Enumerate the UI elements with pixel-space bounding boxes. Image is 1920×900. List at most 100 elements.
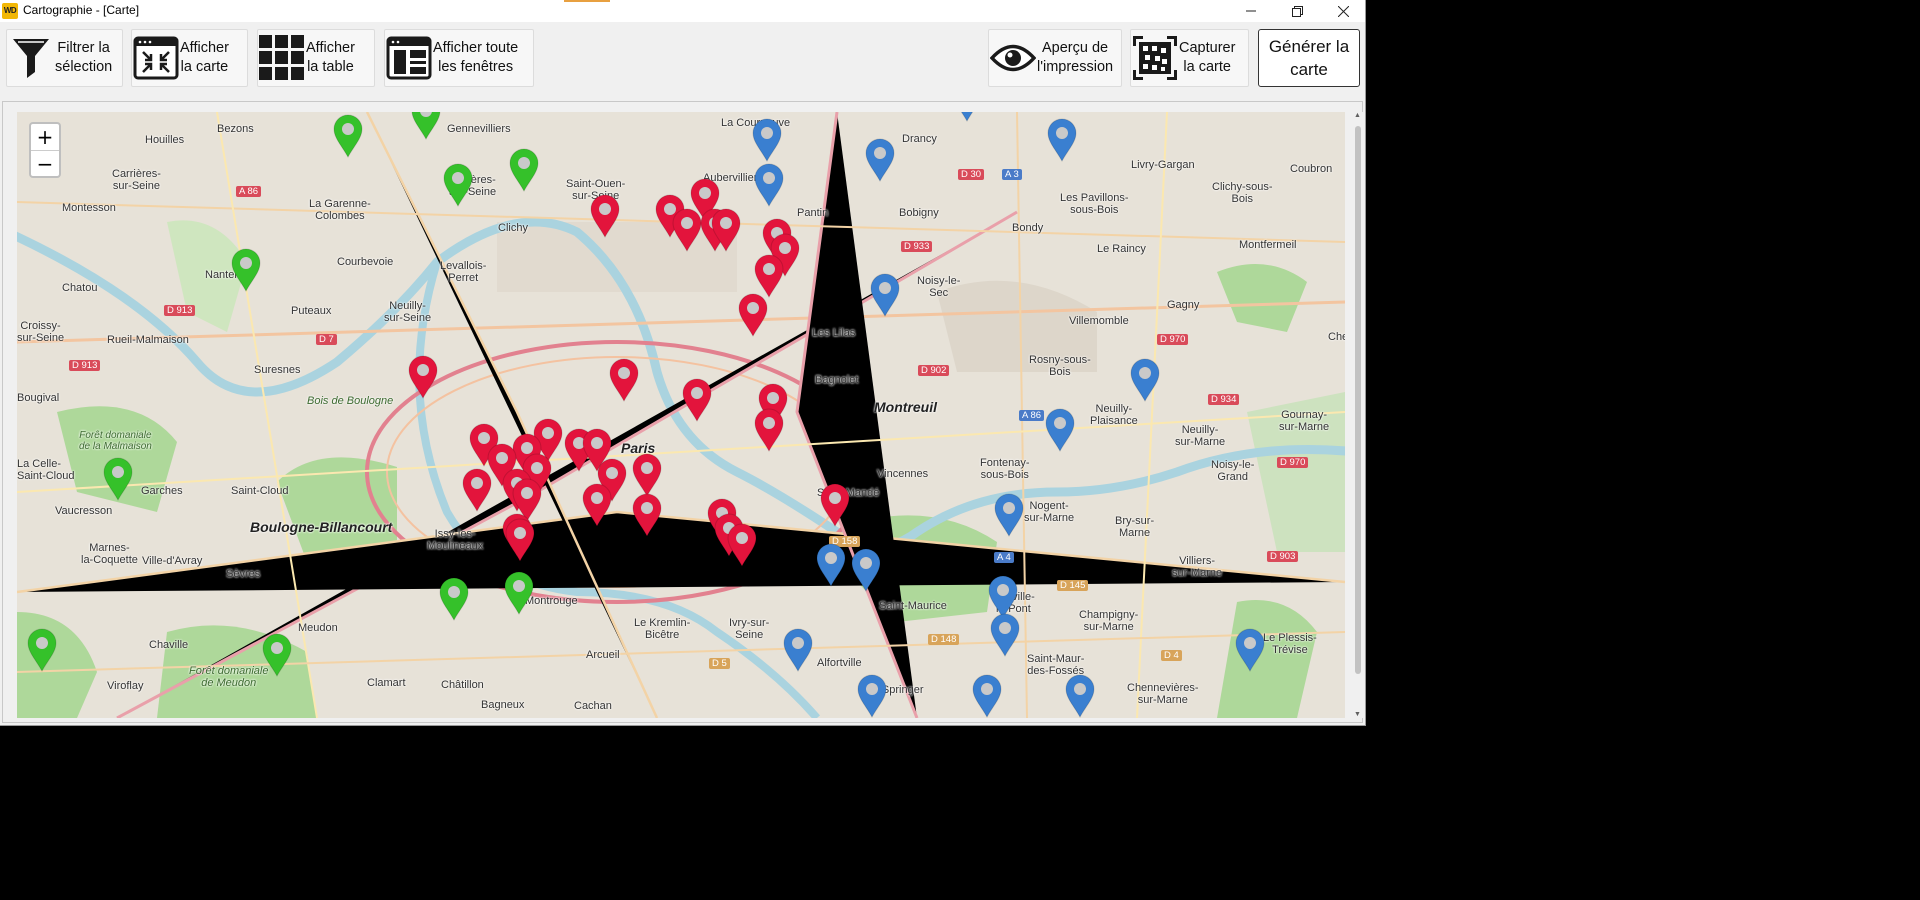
red-map-marker-icon[interactable]: [737, 293, 769, 337]
map-label-neuilly: Neuilly- sur-Seine: [384, 300, 432, 324]
generate-map-button[interactable]: Générer la carte: [1258, 29, 1360, 87]
map-label-meudon: Meudon: [298, 622, 338, 634]
red-map-marker-icon[interactable]: [407, 355, 439, 399]
map-label-carrieres: Carrières- sur-Seine: [112, 168, 161, 192]
red-map-marker-icon[interactable]: [710, 208, 742, 252]
red-map-marker-icon[interactable]: [726, 523, 758, 567]
map-label-montfermeil: Montfermeil: [1239, 239, 1297, 251]
window-title: Cartographie - [Carte]: [23, 3, 140, 17]
red-map-marker-icon[interactable]: [819, 483, 851, 527]
map-label-villemomble: Villemomble: [1069, 315, 1129, 327]
map-label-champigny: Champigny- sur-Marne: [1079, 609, 1139, 633]
map-label-noisy-grand: Noisy-le- Grand: [1211, 459, 1255, 483]
filter-selection-button[interactable]: Filtrer la sélection: [6, 29, 123, 87]
scroll-down-icon[interactable]: ▼: [1354, 711, 1361, 718]
red-map-marker-icon[interactable]: [581, 483, 613, 527]
map-label-saint-cloud: Saint-Cloud: [231, 485, 289, 497]
map-label-pavillons: Les Pavillons- sous-Bois: [1060, 192, 1129, 216]
map-label-celle: La Celle- Saint-Cloud: [17, 458, 75, 482]
road-shield: A 86: [1019, 410, 1045, 421]
road-shield: D 903: [1267, 551, 1299, 562]
map-label-villiers: Villiers- sur-Marne: [1172, 555, 1223, 579]
show-all-windows-button[interactable]: Afficher toute les fenêtres: [384, 29, 534, 87]
map-view[interactable]: + − Bezons Houilles Carrières- sur-Seine…: [17, 112, 1345, 718]
zoom-out-button[interactable]: −: [31, 151, 59, 177]
red-map-marker-icon[interactable]: [461, 468, 493, 512]
blue-map-marker-icon[interactable]: [1064, 674, 1096, 718]
title-accent: [564, 0, 610, 2]
map-label-bagneux: Bagneux: [481, 699, 525, 711]
show-table-button[interactable]: Afficher la table: [257, 29, 375, 87]
green-map-marker-icon[interactable]: [230, 248, 262, 292]
red-map-marker-icon[interactable]: [504, 518, 536, 562]
red-map-marker-icon[interactable]: [589, 194, 621, 238]
map-label-che: Che: [1328, 331, 1345, 343]
red-map-marker-icon[interactable]: [681, 378, 713, 422]
red-map-marker-icon[interactable]: [631, 493, 663, 537]
blue-map-marker-icon[interactable]: [971, 674, 1003, 718]
map-label-levallois: Levallois- Perret: [440, 260, 487, 284]
road-shield: D 902: [918, 365, 950, 376]
map-label-kremlin: Le Kremlin- Bicêtre: [634, 617, 691, 641]
blue-map-marker-icon[interactable]: [1044, 408, 1076, 452]
map-label-ivry: Ivry-sur- Seine: [729, 617, 770, 641]
blue-map-marker-icon[interactable]: [951, 112, 983, 122]
blue-map-marker-icon[interactable]: [751, 118, 783, 162]
scroll-thumb[interactable]: [1355, 126, 1361, 674]
blue-map-marker-icon[interactable]: [815, 543, 847, 587]
windows-icon: [385, 34, 433, 82]
blue-map-marker-icon[interactable]: [850, 548, 882, 592]
map-label-pantin: Pantin: [797, 207, 829, 219]
map-label-bezons: Bezons: [217, 123, 254, 135]
map-scrollbar[interactable]: ▲ ▼: [1353, 112, 1363, 718]
blue-map-marker-icon[interactable]: [856, 674, 888, 718]
map-label-bois-boulogne: Bois de Boulogne: [307, 395, 394, 407]
map-label-marnes: Marnes- la-Coquette: [81, 542, 138, 566]
map-label-clichy: Clichy: [498, 222, 528, 234]
red-map-marker-icon[interactable]: [608, 358, 640, 402]
green-map-marker-icon[interactable]: [332, 114, 364, 158]
red-map-marker-icon[interactable]: [753, 254, 785, 298]
blue-map-marker-icon[interactable]: [1046, 118, 1078, 162]
blue-map-marker-icon[interactable]: [1234, 628, 1266, 672]
print-preview-button[interactable]: Aperçu de l'impression: [988, 29, 1122, 87]
capture-map-button[interactable]: Capturer la carte: [1130, 29, 1249, 87]
green-map-marker-icon[interactable]: [410, 112, 442, 140]
green-map-marker-icon[interactable]: [503, 571, 535, 615]
restore-icon[interactable]: [1274, 0, 1320, 22]
green-map-marker-icon[interactable]: [442, 163, 474, 207]
filter-selection-label: Filtrer la sélection: [55, 40, 113, 75]
map-label-clamart: Clamart: [367, 677, 406, 689]
zoom-in-button[interactable]: +: [31, 124, 59, 151]
red-map-marker-icon[interactable]: [631, 453, 663, 497]
green-map-marker-icon[interactable]: [26, 628, 58, 672]
map-label-coubron: Coubron: [1290, 163, 1333, 175]
close-icon[interactable]: [1320, 0, 1365, 22]
road-shield: A 4: [994, 552, 1014, 563]
blue-map-marker-icon[interactable]: [864, 138, 896, 182]
map-label-gournay: Gournay- sur-Marne: [1279, 409, 1330, 433]
map-window-icon: [132, 34, 180, 82]
green-map-marker-icon[interactable]: [508, 148, 540, 192]
blue-map-marker-icon[interactable]: [782, 628, 814, 672]
scroll-up-icon[interactable]: ▲: [1354, 112, 1361, 119]
green-map-marker-icon[interactable]: [102, 457, 134, 501]
blue-map-marker-icon[interactable]: [753, 163, 785, 207]
map-label-issy: Issy-les- Moulineaux: [427, 528, 484, 552]
road-shield: D 7: [316, 334, 337, 345]
map-label-chaville: Chaville: [149, 639, 189, 651]
road-shield: D 970: [1277, 457, 1309, 468]
show-map-button[interactable]: Afficher la carte: [131, 29, 248, 87]
green-map-marker-icon[interactable]: [438, 577, 470, 621]
green-map-marker-icon[interactable]: [261, 633, 293, 677]
blue-map-marker-icon[interactable]: [993, 493, 1025, 537]
map-label-garches: Garches: [141, 485, 183, 497]
red-map-marker-icon[interactable]: [753, 408, 785, 452]
blue-map-marker-icon[interactable]: [1129, 358, 1161, 402]
minimize-icon[interactable]: [1228, 0, 1274, 22]
blue-map-marker-icon[interactable]: [869, 273, 901, 317]
map-label-livry: Livry-Gargan: [1131, 159, 1195, 171]
road-shield: D 148: [928, 634, 960, 645]
blue-map-marker-icon[interactable]: [989, 613, 1021, 657]
map-label-bougival: Bougival: [17, 392, 60, 404]
